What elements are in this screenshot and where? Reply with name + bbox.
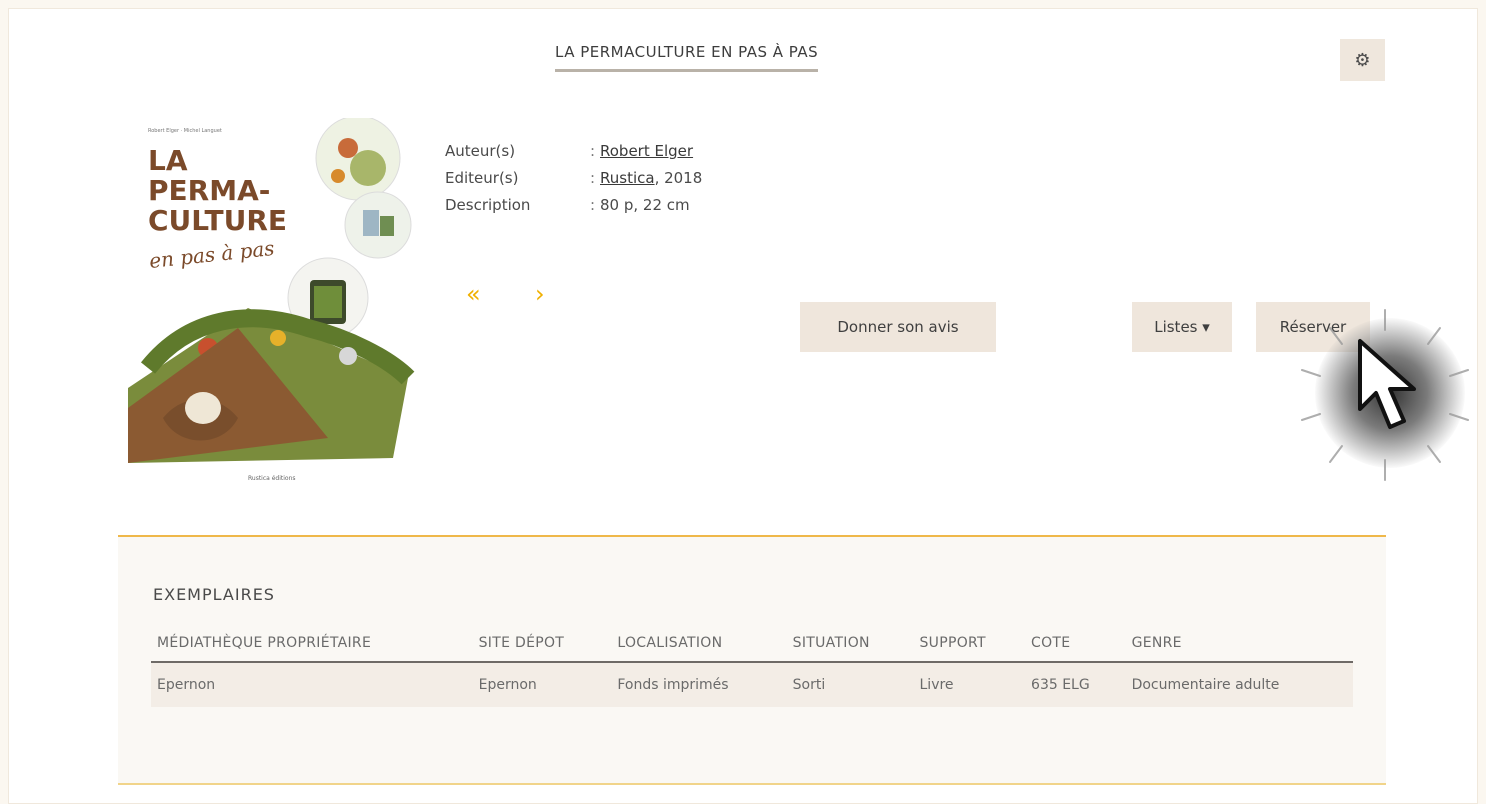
table-header-row: MÉDIATHÈQUE PROPRIÉTAIRE SITE DÉPOT LOCA… bbox=[151, 625, 1353, 663]
cover-authors: Robert Elger · Michel Languet bbox=[148, 128, 222, 134]
table-cell: Fonds imprimés bbox=[611, 662, 787, 707]
meta-label: Description bbox=[445, 196, 531, 214]
settings-button[interactable]: ⚙ bbox=[1340, 39, 1385, 81]
meta-value: Rustica, 2018 bbox=[600, 165, 702, 192]
meta-row-description: Description : 80 p, 22 cm bbox=[445, 192, 702, 219]
table-cell: Livre bbox=[913, 662, 1026, 707]
cover-publisher: Rustica éditions bbox=[248, 475, 296, 482]
table-cell: Documentaire adulte bbox=[1125, 662, 1353, 707]
table-cell: 635 ELG bbox=[1025, 662, 1126, 707]
column-header[interactable]: SITUATION bbox=[786, 625, 914, 663]
cover-title-line1: LA bbox=[148, 144, 188, 177]
book-metadata: Auteur(s) : Robert Elger Editeur(s) : Ru… bbox=[445, 138, 702, 219]
column-header[interactable]: MÉDIATHÈQUE PROPRIÉTAIRE bbox=[151, 625, 473, 663]
meta-separator: : bbox=[590, 169, 596, 187]
copies-section: EXEMPLAIRES MÉDIATHÈQUE PROPRIÉTAIRE SIT… bbox=[118, 535, 1386, 785]
meta-label: Auteur(s) bbox=[445, 142, 516, 160]
meta-value: 80 p, 22 cm bbox=[600, 192, 690, 219]
column-header[interactable]: COTE bbox=[1025, 625, 1126, 663]
table-cell: Sorti bbox=[786, 662, 914, 707]
publisher-link[interactable]: Rustica bbox=[600, 169, 655, 187]
cover-title-line2: PERMA- bbox=[148, 174, 270, 207]
mouse-pointer-icon bbox=[1358, 339, 1416, 429]
next-record-arrow[interactable]: › bbox=[535, 280, 545, 308]
author-link[interactable]: Robert Elger bbox=[600, 142, 693, 160]
previous-record-arrow[interactable]: « bbox=[466, 280, 481, 308]
give-review-button[interactable]: Donner son avis bbox=[800, 302, 996, 352]
page-title: LA PERMACULTURE EN PAS À PAS bbox=[555, 43, 819, 72]
table-cell: Epernon bbox=[151, 662, 473, 707]
table-row: Epernon Epernon Fonds imprimés Sorti Liv… bbox=[151, 662, 1353, 707]
meta-separator: : bbox=[590, 142, 596, 160]
meta-row-author: Auteur(s) : Robert Elger bbox=[445, 138, 702, 165]
meta-label: Editeur(s) bbox=[445, 169, 519, 187]
cover-title-line3: CULTURE bbox=[148, 204, 287, 237]
copies-title: EXEMPLAIRES bbox=[153, 585, 275, 604]
column-header[interactable]: SITE DÉPOT bbox=[472, 625, 612, 663]
gear-icon: ⚙ bbox=[1354, 49, 1371, 70]
column-header[interactable]: GENRE bbox=[1125, 625, 1353, 663]
book-cover[interactable]: Robert Elger · Michel Languet LA PERMA- … bbox=[128, 115, 418, 488]
meta-rest: 80 p, 22 cm bbox=[600, 196, 690, 214]
meta-separator: : bbox=[590, 196, 596, 214]
meta-rest: , 2018 bbox=[654, 169, 703, 187]
meta-value: Robert Elger bbox=[600, 138, 693, 165]
column-header[interactable]: SUPPORT bbox=[913, 625, 1026, 663]
lists-dropdown-button[interactable]: Listes ▾ bbox=[1132, 302, 1232, 352]
copies-table: MÉDIATHÈQUE PROPRIÉTAIRE SITE DÉPOT LOCA… bbox=[151, 625, 1353, 707]
meta-row-publisher: Editeur(s) : Rustica, 2018 bbox=[445, 165, 702, 192]
table-cell: Epernon bbox=[472, 662, 612, 707]
column-header[interactable]: LOCALISATION bbox=[611, 625, 787, 663]
